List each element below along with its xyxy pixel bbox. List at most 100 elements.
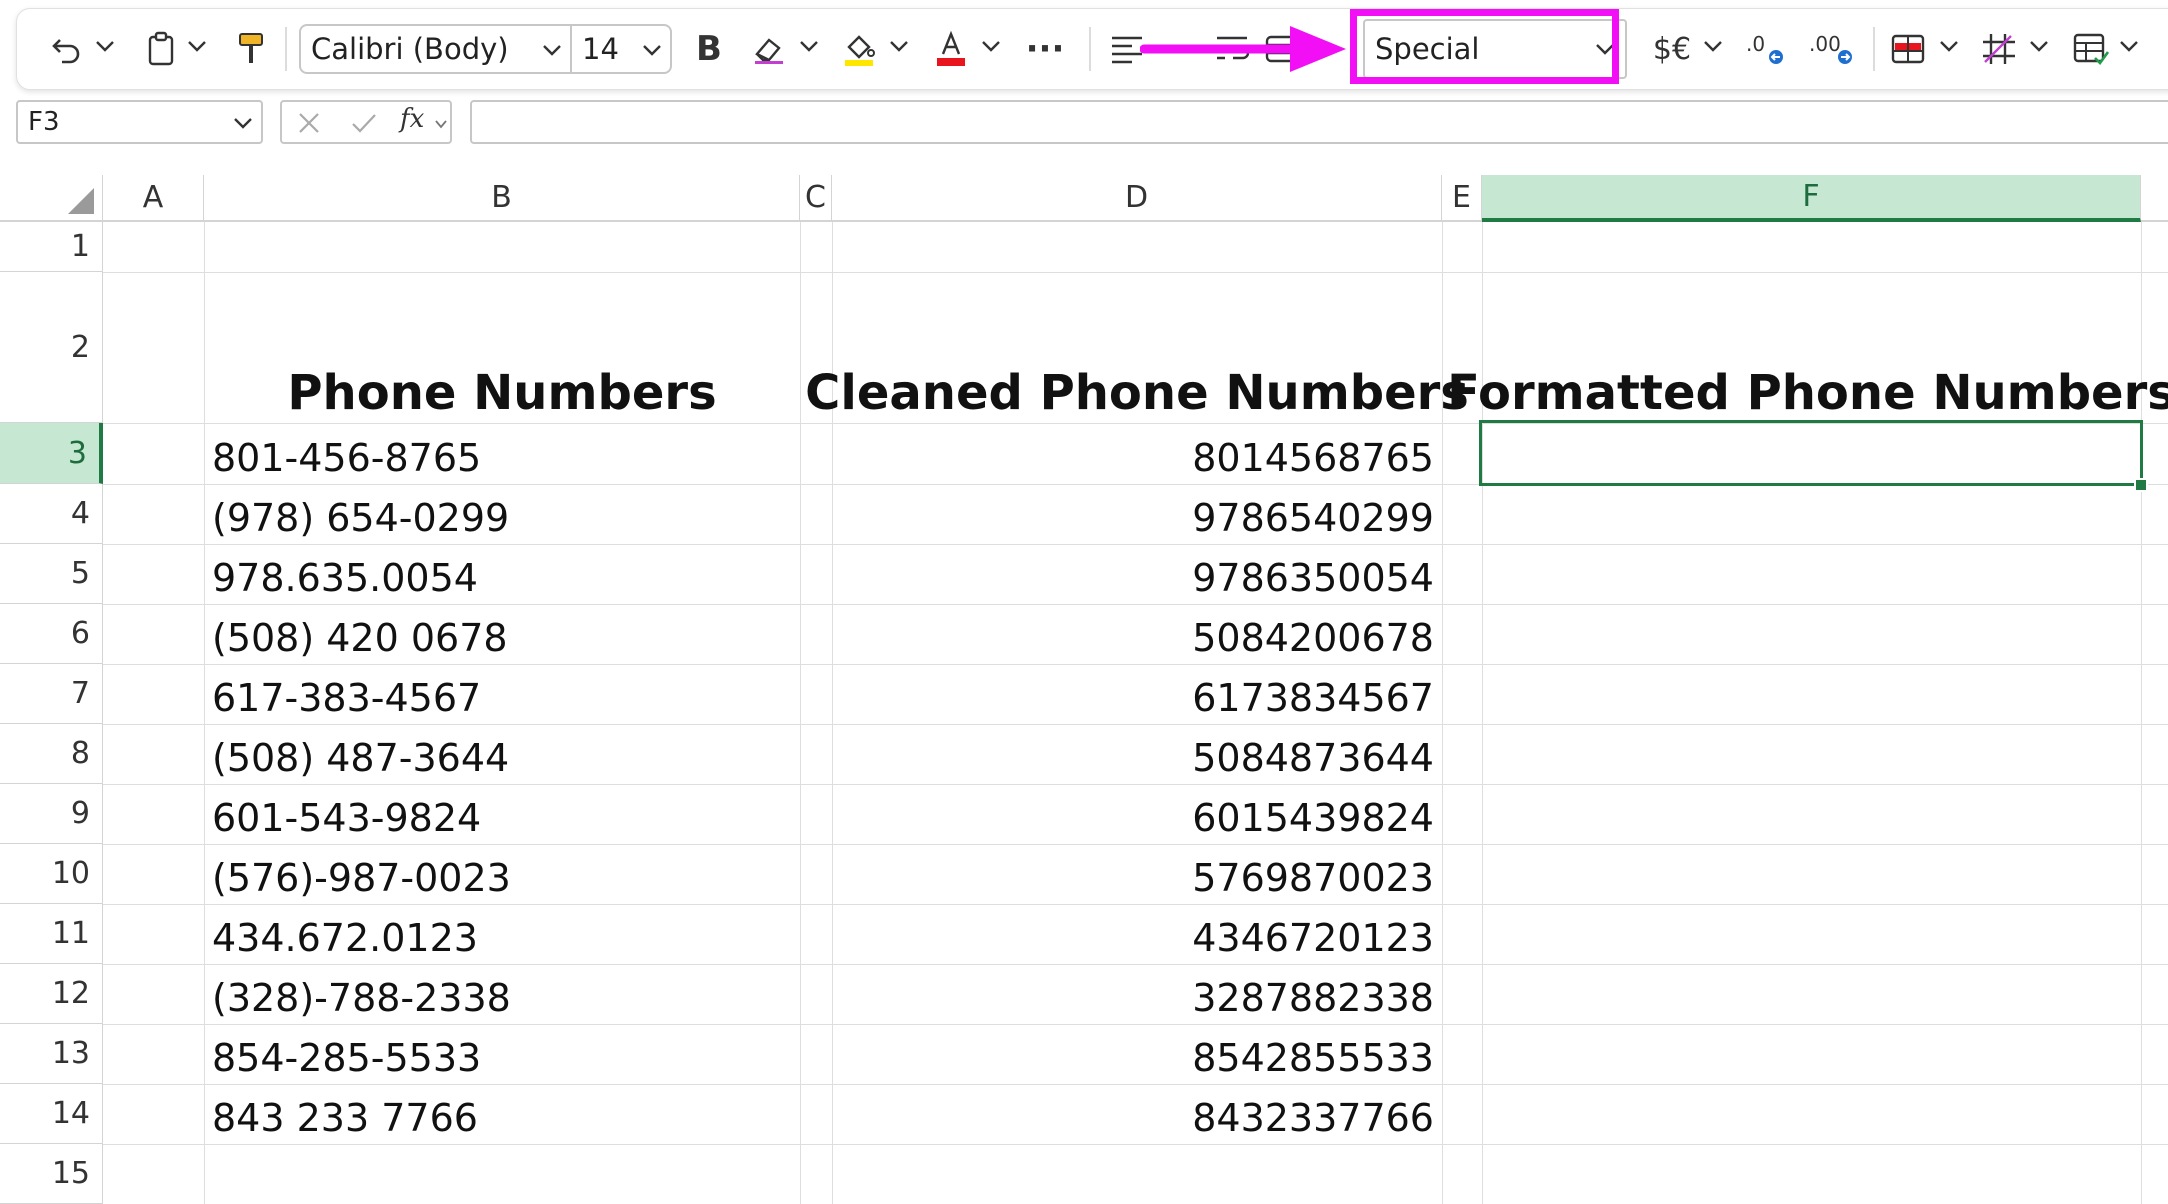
column-header-e[interactable]: E: [1442, 175, 1482, 222]
paste-chevron-down-icon[interactable]: [185, 34, 209, 58]
column-header-b[interactable]: B: [204, 175, 800, 222]
name-box-value: F3: [28, 107, 60, 137]
spreadsheet-grid: A B C D E F 1 2 3 4 5 6 7 8 9 10 11 12 1…: [0, 175, 2168, 1204]
cell-b13[interactable]: 854-285-5533: [204, 1024, 800, 1084]
cell-d3[interactable]: 8014568765: [832, 423, 1442, 484]
increase-decimal-icon: .00: [1809, 32, 1852, 64]
undo-chevron-down-icon[interactable]: [93, 34, 117, 58]
format-painter-button[interactable]: [231, 9, 271, 89]
borders-button[interactable]: [1977, 9, 2021, 89]
format-painter-icon: [239, 33, 263, 63]
name-box[interactable]: F3: [16, 100, 263, 144]
column-header-c[interactable]: C: [800, 175, 832, 222]
row-header-13[interactable]: 13: [0, 1024, 103, 1084]
font-color-icon: [937, 30, 965, 66]
conditional-chevron-down-icon[interactable]: [1937, 34, 1961, 58]
formula-input[interactable]: [470, 100, 2168, 144]
row-header-1[interactable]: 1: [0, 222, 103, 272]
increase-decimal-button[interactable]: .00: [1807, 9, 1857, 89]
row-header-2[interactable]: 2: [0, 272, 103, 423]
gridline: [800, 222, 801, 1204]
cell-b8[interactable]: (508) 487-3644: [204, 724, 800, 784]
cell-b2[interactable]: Phone Numbers: [204, 272, 800, 423]
row-header-12[interactable]: 12: [0, 964, 103, 1024]
column-header-f[interactable]: F: [1482, 175, 2141, 222]
font-color-button[interactable]: [931, 9, 971, 89]
cell-d6[interactable]: 5084200678: [832, 604, 1442, 664]
fill-color-button[interactable]: [839, 9, 879, 89]
cell-b3[interactable]: 801-456-8765: [204, 423, 800, 484]
bold-button[interactable]: B: [689, 9, 729, 89]
ribbon-toolbar: Calibri (Body) 14 B ··· Special $€ .0 .0…: [16, 8, 2168, 90]
select-all-corner[interactable]: [0, 175, 103, 222]
format-as-table-icon: [2073, 33, 2109, 65]
separator: [1089, 27, 1091, 71]
cell-b12[interactable]: (328)-788-2338: [204, 964, 800, 1024]
cell-d12[interactable]: 3287882338: [832, 964, 1442, 1024]
cell-b9[interactable]: 601-543-9824: [204, 784, 800, 844]
conditional-formatting-button[interactable]: [1887, 9, 1931, 89]
cell-d5[interactable]: 9786350054: [832, 544, 1442, 604]
cell-d14[interactable]: 8432337766: [832, 1084, 1442, 1144]
row-header-6[interactable]: 6: [0, 604, 103, 664]
format-as-table-button[interactable]: [2069, 9, 2113, 89]
table-chevron-down-icon[interactable]: [2117, 34, 2141, 58]
row-header-14[interactable]: 14: [0, 1084, 103, 1144]
row-header-15[interactable]: 15: [0, 1144, 103, 1204]
insert-function-button[interactable]: fx: [400, 104, 424, 134]
fill-handle[interactable]: [2134, 478, 2148, 492]
separator: [285, 27, 287, 71]
cell-b14[interactable]: 843 233 7766: [204, 1084, 800, 1144]
accounting-chevron-down-icon[interactable]: [1701, 34, 1725, 58]
paste-button[interactable]: [141, 9, 181, 89]
font-name-value: Calibri (Body): [311, 32, 509, 66]
borders-chevron-down-icon[interactable]: [2027, 34, 2051, 58]
row-header-8[interactable]: 8: [0, 724, 103, 784]
cell-f2[interactable]: Formatted Phone Numbers: [1447, 272, 2168, 423]
cell-d11[interactable]: 4346720123: [832, 904, 1442, 964]
font-color-chevron-down-icon[interactable]: [979, 34, 1003, 58]
fill-chevron-down-icon[interactable]: [887, 34, 911, 58]
clear-chevron-down-icon[interactable]: [797, 34, 821, 58]
active-cell-f3[interactable]: [1479, 420, 2143, 486]
cell-d2[interactable]: Cleaned Phone Numbers: [805, 272, 1469, 423]
more-options-button[interactable]: ···: [1017, 9, 1073, 89]
cell-b6[interactable]: (508) 420 0678: [204, 604, 800, 664]
column-header-a[interactable]: A: [103, 175, 204, 222]
column-header-g[interactable]: [2141, 175, 2168, 222]
eraser-icon: [755, 38, 783, 64]
row-header-3[interactable]: 3: [0, 423, 103, 484]
annotation-highlight-box: [1350, 9, 1619, 84]
confirm-icon[interactable]: [350, 110, 378, 136]
clear-formats-button[interactable]: [749, 9, 789, 89]
cell-b10[interactable]: (576)-987-0023: [204, 844, 800, 904]
formula-actions: fx: [280, 100, 452, 144]
cancel-icon[interactable]: [296, 110, 322, 136]
decrease-decimal-button[interactable]: .0: [1743, 9, 1789, 89]
accounting-format-button[interactable]: $€: [1647, 9, 1697, 89]
cell-b5[interactable]: 978.635.0054: [204, 544, 800, 604]
align-left-icon: [1112, 36, 1142, 64]
gridline: [103, 1144, 2168, 1145]
row-header-4[interactable]: 4: [0, 484, 103, 544]
font-name-select[interactable]: Calibri (Body): [299, 24, 572, 74]
chevron-down-icon: [643, 45, 661, 56]
row-header-9[interactable]: 9: [0, 784, 103, 844]
row-header-10[interactable]: 10: [0, 844, 103, 904]
cell-b7[interactable]: 617-383-4567: [204, 664, 800, 724]
cell-d13[interactable]: 8542855533: [832, 1024, 1442, 1084]
row-header-7[interactable]: 7: [0, 664, 103, 724]
cell-d10[interactable]: 5769870023: [832, 844, 1442, 904]
undo-button[interactable]: [47, 9, 87, 89]
cell-b4[interactable]: (978) 654-0299: [204, 484, 800, 544]
row-header-5[interactable]: 5: [0, 544, 103, 604]
cell-d8[interactable]: 5084873644: [832, 724, 1442, 784]
cell-d7[interactable]: 6173834567: [832, 664, 1442, 724]
cell-d9[interactable]: 6015439824: [832, 784, 1442, 844]
font-size-select[interactable]: 14: [570, 24, 672, 74]
column-header-d[interactable]: D: [832, 175, 1442, 222]
row-header-11[interactable]: 11: [0, 904, 103, 964]
cell-b11[interactable]: 434.672.0123: [204, 904, 800, 964]
cell-d4[interactable]: 9786540299: [832, 484, 1442, 544]
svg-text:.0: .0: [1746, 32, 1765, 56]
